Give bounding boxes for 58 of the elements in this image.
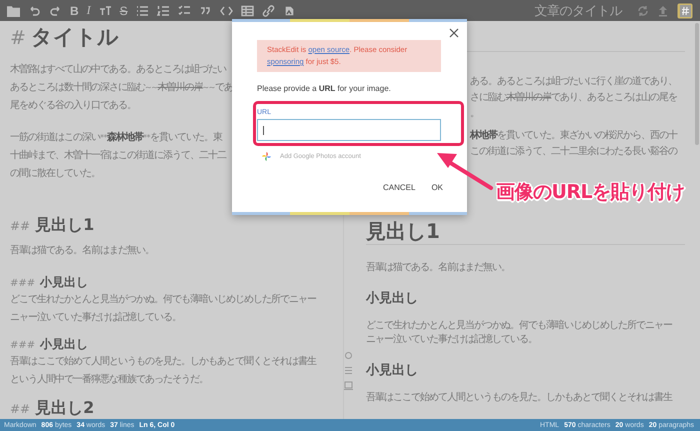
- gear-icon[interactable]: [344, 351, 353, 360]
- strike-button[interactable]: S: [116, 2, 131, 18]
- text-line: の間に散在していた。: [10, 167, 100, 181]
- tasks-icon[interactable]: [178, 4, 191, 16]
- text-line: ニャー泣いていた事だけは記憶している。: [10, 310, 181, 325]
- text-line: 吾輩はここで始めて人間というものを見た。しかもあとで聞くとそれは書生: [366, 391, 672, 405]
- heading: タイトル: [30, 24, 119, 51]
- heading-marker: ##: [10, 402, 30, 416]
- text-line: 吾輩はここで始めて人間というものを見た。しかもあとで聞くとそれは書生: [10, 354, 316, 369]
- url-input-field[interactable]: [257, 119, 441, 141]
- text-line: 林地帯を貫いていた。東ざかいの桜沢から、西の十: [470, 128, 677, 143]
- undo-icon[interactable]: [28, 4, 41, 16]
- subheading: 小見出し: [366, 290, 419, 307]
- text-line: 吾輩は猫である。名前はまだ無い。: [366, 261, 510, 275]
- text-line: 。: [470, 107, 479, 121]
- heading-marker: ##: [10, 219, 30, 233]
- heading: 見出し2: [35, 398, 94, 419]
- italic-button[interactable]: I: [84, 2, 94, 18]
- text-line: ある。あるところは岨づたいに行く崖の道であり、: [470, 74, 677, 89]
- heading-marker: ###: [10, 340, 36, 351]
- text-line: この街道に添うて、二十二里余にわたる長い谿谷の: [470, 144, 677, 159]
- heading: 小見出し: [40, 336, 88, 353]
- heading: 見出し1: [35, 215, 94, 236]
- text-line: 木曽路はすべて山の中である。あるところは岨づたい: [10, 62, 226, 77]
- text-line: どこで生れたかとんと見当がつかぬ。何でも薄暗いじめじめした所でニャー: [366, 319, 672, 333]
- image-icon[interactable]: [282, 4, 296, 16]
- bold-button[interactable]: B: [67, 2, 82, 18]
- text-line: 吾輩は猫である。名前はまだ無い。: [10, 244, 154, 258]
- redo-icon[interactable]: [49, 4, 62, 16]
- heading: 見出し1: [366, 220, 441, 242]
- list-icon[interactable]: [344, 366, 353, 375]
- dialog-prompt: Please provide a URL for your image.: [257, 84, 392, 93]
- annotation-text: 画像のURLを貼り付け: [496, 180, 685, 205]
- heading: 小見出し: [40, 274, 88, 291]
- heading-marker: #: [10, 27, 26, 49]
- subheading: 小見出し: [366, 362, 419, 379]
- ul-icon[interactable]: [136, 4, 149, 16]
- document-title[interactable]: 文章のタイトル: [534, 2, 622, 20]
- heading-icon[interactable]: [98, 4, 112, 16]
- table-icon[interactable]: [240, 4, 254, 16]
- text-line: どこで生れたかとんと見当がつかぬ。何でも薄暗いじめじめした所でニャー: [10, 292, 316, 307]
- pinwheel-icon: [261, 151, 272, 162]
- folder-icon[interactable]: [7, 4, 20, 16]
- dialog-button[interactable]: OK: [427, 180, 447, 195]
- link-icon[interactable]: [262, 4, 275, 16]
- window-icon[interactable]: [344, 381, 353, 390]
- text-line: 十曲峠まで、木曽十一宿はこの街道に添うて、二十二: [10, 148, 226, 163]
- close-button[interactable]: [447, 26, 461, 40]
- code-icon[interactable]: [220, 4, 233, 16]
- text-line: という人間中で一番獰悪な種族であったそうだ。: [10, 372, 208, 387]
- text-line: 一筋の街道はこの深い**森林地帯**を貫いていた。東: [10, 130, 222, 145]
- text-line: さに臨む木曽川の岸であり、あるところは山の尾を: [470, 90, 677, 105]
- ol-icon[interactable]: [156, 4, 170, 16]
- quote-icon[interactable]: [198, 4, 212, 16]
- heading-marker: ###: [10, 278, 36, 289]
- dialog-button[interactable]: CANCEL: [378, 180, 420, 195]
- text-line: 尾をめぐる谷の入り口である。: [10, 98, 136, 113]
- text-line: ニャー泣いていた事だけは記憶している。: [366, 333, 537, 347]
